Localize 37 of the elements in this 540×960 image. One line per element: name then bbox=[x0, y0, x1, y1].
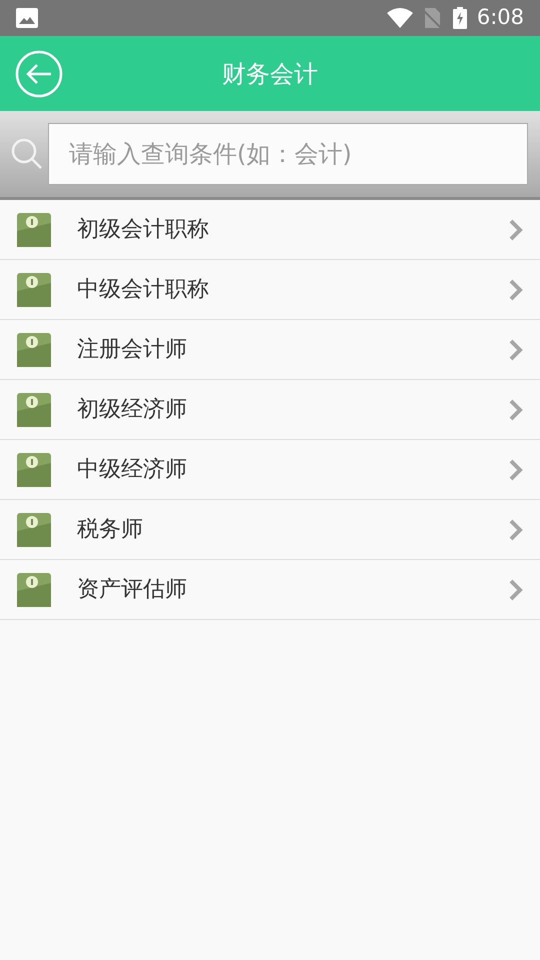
list-item[interactable]: 中级会计职称 bbox=[0, 260, 540, 320]
money-icon bbox=[17, 572, 51, 606]
list-item[interactable]: 注册会计师 bbox=[0, 320, 540, 380]
item-label: 中级经济师 bbox=[77, 456, 188, 484]
chevron-icon bbox=[509, 218, 523, 240]
chevron-icon bbox=[509, 458, 523, 480]
list-item[interactable]: 资产评估师 bbox=[0, 560, 540, 620]
chevron-icon bbox=[509, 278, 523, 300]
no-sim-icon bbox=[422, 8, 441, 28]
money-icon bbox=[17, 212, 51, 246]
money-icon bbox=[17, 392, 51, 426]
list-item[interactable]: 中级经济师 bbox=[0, 440, 540, 500]
image-icon bbox=[16, 8, 38, 28]
item-label: 中级会计职称 bbox=[77, 276, 210, 304]
wifi-icon bbox=[386, 8, 413, 28]
page-title: 财务会计 bbox=[222, 58, 318, 90]
chevron-icon bbox=[509, 578, 523, 600]
search-field[interactable]: 请输入查询条件(如：会计) bbox=[48, 123, 528, 185]
item-label: 资产评估师 bbox=[77, 576, 188, 604]
chevron-icon bbox=[509, 398, 523, 420]
list-item[interactable]: 初级会计职称 bbox=[0, 200, 540, 260]
item-label: 注册会计师 bbox=[77, 336, 188, 364]
chevron-icon bbox=[509, 518, 523, 540]
list-item[interactable]: 初级经济师 bbox=[0, 380, 540, 440]
list-item[interactable]: 税务师 bbox=[0, 500, 540, 560]
money-icon bbox=[17, 452, 51, 486]
status-time: 6:08 bbox=[476, 4, 524, 32]
money-icon bbox=[17, 332, 51, 366]
item-label: 税务师 bbox=[77, 516, 144, 544]
money-icon bbox=[17, 512, 51, 546]
chevron-icon bbox=[509, 338, 523, 360]
item-label: 初级会计职称 bbox=[77, 216, 210, 244]
battery-icon bbox=[452, 7, 467, 29]
money-icon bbox=[17, 272, 51, 306]
item-label: 初级经济师 bbox=[77, 396, 188, 424]
back-button[interactable] bbox=[15, 50, 63, 98]
search-icon bbox=[10, 137, 44, 171]
